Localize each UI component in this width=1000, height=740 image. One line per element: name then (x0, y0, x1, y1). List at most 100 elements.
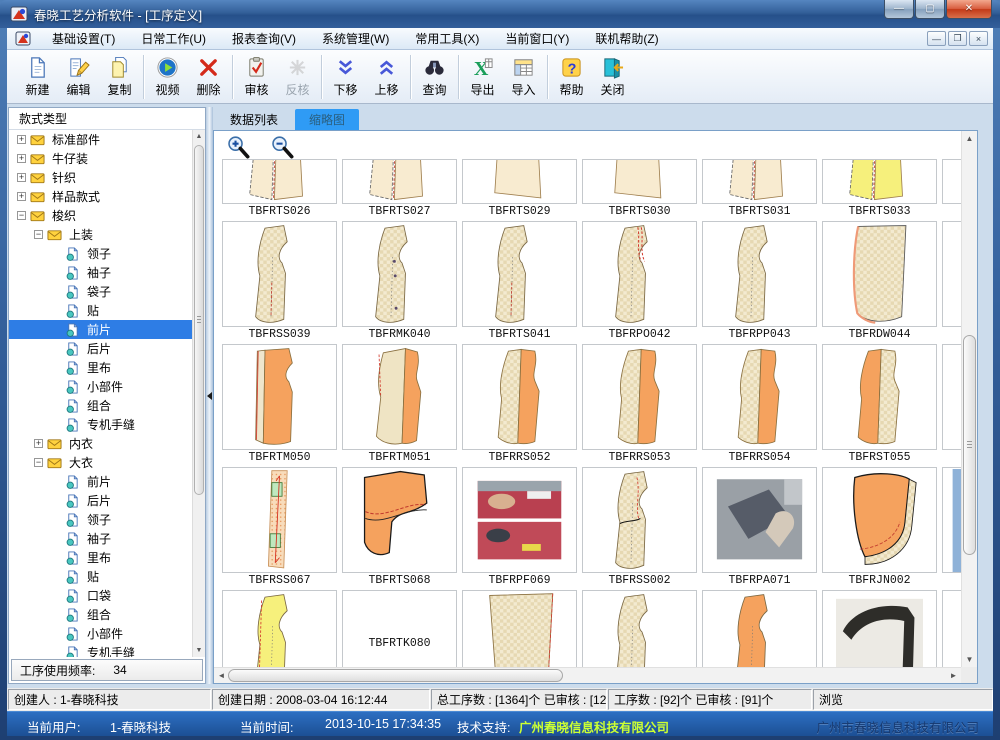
thumbnail-cell[interactable]: TBFRPF069 (462, 467, 577, 587)
thumbnail-cell[interactable]: TBFRRS052 (462, 344, 577, 464)
tree-item[interactable]: 领子 (9, 510, 192, 529)
zoom-in-button[interactable] (226, 135, 252, 161)
collapse-sidebar-icon[interactable] (207, 392, 212, 400)
thumbnail-cell[interactable]: TBFRTS026 (222, 159, 337, 218)
move-up-button[interactable]: 上移 (366, 53, 407, 101)
tree-item[interactable]: 专机手缝 (9, 643, 192, 657)
scroll-left-icon[interactable]: ◄ (214, 668, 229, 683)
thumbnail-cell[interactable]: TBFRTS033 (822, 159, 937, 218)
tree-item[interactable]: +标准部件 (9, 130, 192, 149)
thumbnail-cell[interactable] (822, 590, 937, 667)
thumbnail-cell[interactable] (942, 467, 961, 587)
tree-item[interactable]: 贴 (9, 301, 192, 320)
tree-item[interactable]: 里布 (9, 548, 192, 567)
thumbnail-cell[interactable]: TBFRJN002 (822, 467, 937, 587)
thumbnail-cell[interactable] (942, 221, 961, 341)
horizontal-scrollbar-thumb[interactable] (228, 669, 563, 682)
menu-item[interactable]: 联机帮助(Z) (582, 28, 671, 49)
tab-thumbnail[interactable]: 缩略图 (295, 109, 359, 130)
thumbnail-cell[interactable] (942, 590, 961, 667)
delete-button[interactable]: 删除 (188, 53, 229, 101)
copy-button[interactable]: 复制 (99, 53, 140, 101)
tree-item[interactable]: 后片 (9, 491, 192, 510)
thumbnail-cell[interactable]: TBFRSS002 (582, 467, 697, 587)
tree-item[interactable]: 组合 (9, 396, 192, 415)
tree-item[interactable]: 专机手缝 (9, 415, 192, 434)
thumbnail-cell[interactable]: TBFRSS067 (222, 467, 337, 587)
mdi-restore-button[interactable]: ❐ (948, 31, 967, 46)
tab-data-list[interactable]: 数据列表 (216, 109, 292, 130)
tree-scrollbar[interactable]: ▲ ▼ (192, 130, 205, 657)
move-down-button[interactable]: 下移 (325, 53, 366, 101)
thumbnail-cell[interactable]: TBFRTM051 (342, 344, 457, 464)
tree-item[interactable]: −梭织 (9, 206, 192, 225)
tree-item[interactable]: 小部件 (9, 377, 192, 396)
tree-item[interactable]: 贴 (9, 567, 192, 586)
thumbnail-cell[interactable] (462, 590, 577, 667)
tree-item[interactable]: −大衣 (9, 453, 192, 472)
menu-item[interactable]: 系统管理(W) (309, 28, 402, 49)
thumbnail-cell[interactable]: TBFRPO042 (582, 221, 697, 341)
thumbnail-cell[interactable]: TBFRPP043 (702, 221, 817, 341)
tree-item[interactable]: 袖子 (9, 529, 192, 548)
zoom-out-button[interactable] (270, 135, 296, 161)
thumbnail-cell[interactable]: TBFRTS029 (462, 159, 577, 218)
close-button[interactable]: 关闭 (592, 53, 633, 101)
thumbnail-cell[interactable]: TBFRSS039 (222, 221, 337, 341)
scroll-down-icon[interactable]: ▼ (962, 652, 977, 667)
collapse-icon[interactable]: − (17, 211, 26, 220)
search-button[interactable]: 查询 (414, 53, 455, 101)
tree-item[interactable]: 前片 (9, 472, 192, 491)
tree-scrollbar-thumb[interactable] (194, 145, 204, 495)
expand-icon[interactable]: + (17, 135, 26, 144)
thumbnail-cell[interactable]: TBFRRS053 (582, 344, 697, 464)
thumbnail-cell[interactable]: TBFRTS030 (582, 159, 697, 218)
export-button[interactable]: X导出 (462, 53, 503, 101)
expand-icon[interactable]: + (17, 154, 26, 163)
audit-button[interactable]: 审核 (236, 53, 277, 101)
expand-icon[interactable]: + (34, 439, 43, 448)
thumbnail-cell[interactable] (942, 159, 961, 218)
thumbnail-cell[interactable]: TBFRTS041 (462, 221, 577, 341)
tree-item[interactable]: 里布 (9, 358, 192, 377)
window-minimize-button[interactable]: — (884, 0, 914, 19)
tree-item[interactable]: 口袋 (9, 586, 192, 605)
horizontal-scrollbar[interactable]: ◄ ► (214, 667, 961, 683)
tree-item[interactable]: +针织 (9, 168, 192, 187)
expand-icon[interactable]: + (17, 192, 26, 201)
thumbnail-cell[interactable]: TBFRTK080TBFRTK080 (342, 590, 457, 667)
tree-item[interactable]: 领子 (9, 244, 192, 263)
sidebar-splitter[interactable] (206, 107, 213, 684)
import-button[interactable]: 导入 (503, 53, 544, 101)
unaudit-button[interactable]: 反核 (277, 53, 318, 101)
tree-item[interactable]: +样品款式 (9, 187, 192, 206)
vertical-scrollbar-thumb[interactable] (963, 335, 976, 555)
tree-item[interactable]: +内衣 (9, 434, 192, 453)
collapse-icon[interactable]: − (34, 458, 43, 467)
thumbnail-cell[interactable]: TBFRST055 (822, 344, 937, 464)
tree-item[interactable]: −上装 (9, 225, 192, 244)
window-maximize-button[interactable]: ▢ (915, 0, 945, 19)
menu-item[interactable]: 常用工具(X) (402, 28, 492, 49)
tree-item[interactable]: 后片 (9, 339, 192, 358)
scroll-down-icon[interactable]: ▼ (193, 644, 205, 657)
tree-item[interactable]: 前片 (9, 320, 192, 339)
menu-item[interactable]: 基础设置(T) (39, 28, 128, 49)
expand-icon[interactable]: + (17, 173, 26, 182)
thumbnail-cell[interactable] (582, 590, 697, 667)
mdi-close-button[interactable]: × (969, 31, 988, 46)
menu-item[interactable]: 当前窗口(Y) (492, 28, 582, 49)
thumbnail-cell[interactable]: TBFRTS068 (342, 467, 457, 587)
window-close-button[interactable]: ✕ (946, 0, 992, 19)
scroll-up-icon[interactable]: ▲ (962, 131, 977, 146)
new-button[interactable]: 新建 (17, 53, 58, 101)
tree-item[interactable]: 组合 (9, 605, 192, 624)
thumbnail-cell[interactable] (222, 590, 337, 667)
scroll-right-icon[interactable]: ► (946, 668, 961, 683)
menu-item[interactable]: 日常工作(U) (128, 28, 219, 49)
tree-item[interactable]: +牛仔装 (9, 149, 192, 168)
help-button[interactable]: ?帮助 (551, 53, 592, 101)
thumbnail-cell[interactable] (702, 590, 817, 667)
thumbnail-cell[interactable]: TBFRTM050 (222, 344, 337, 464)
thumbnail-cell[interactable]: TBFRPA071 (702, 467, 817, 587)
